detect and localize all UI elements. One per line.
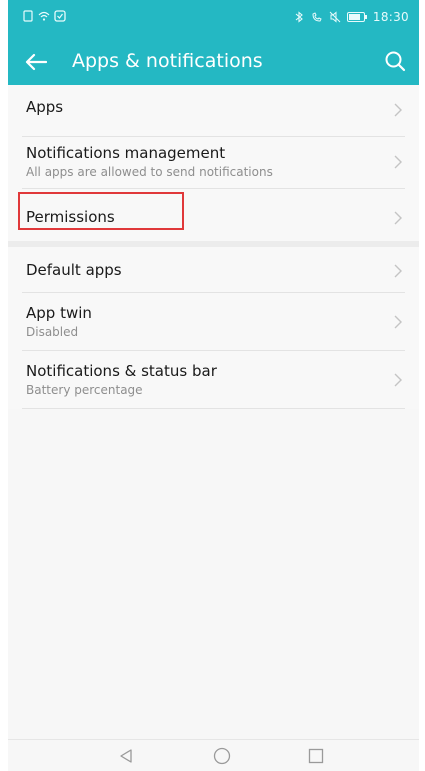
mute-icon	[329, 11, 341, 23]
chevron-right-icon	[394, 155, 402, 169]
list-item-default-apps[interactable]: Default apps	[8, 247, 419, 293]
chevron-right-icon	[394, 264, 402, 278]
wifi-icon	[38, 11, 50, 21]
chevron-right-icon	[394, 211, 402, 225]
status-bar: 18:30	[8, 0, 419, 38]
status-left-icons	[22, 10, 66, 22]
divider	[22, 408, 405, 409]
recents-square-icon	[308, 748, 324, 764]
chevron-right-icon	[394, 315, 402, 329]
search-button[interactable]	[381, 47, 409, 75]
phone-icon	[312, 12, 322, 22]
back-arrow-icon	[25, 53, 47, 71]
list-item-apps[interactable]: Apps	[8, 85, 419, 137]
nav-home-button[interactable]	[212, 747, 232, 765]
page-title: Apps & notifications	[72, 50, 263, 72]
list-item-notifications-management[interactable]: Notifications management All apps are al…	[8, 137, 419, 189]
battery-icon	[346, 12, 367, 22]
nav-back-button[interactable]	[116, 747, 136, 765]
status-time: 18:30	[372, 10, 409, 24]
back-button[interactable]	[22, 48, 50, 76]
list-item-app-twin[interactable]: App twin Disabled	[8, 293, 419, 351]
item-subtitle: Disabled	[26, 325, 79, 339]
nav-recents-button[interactable]	[306, 747, 326, 765]
home-circle-icon	[213, 747, 231, 765]
highlight-box	[18, 192, 184, 230]
item-title: App twin	[26, 304, 92, 322]
notification-icon	[54, 10, 66, 22]
settings-group-2: Default apps App twin Disabled Notificat…	[8, 247, 419, 409]
item-title: Apps	[26, 98, 64, 116]
back-triangle-icon	[120, 749, 132, 763]
status-right-icons: 18:30	[293, 10, 409, 24]
chevron-right-icon	[394, 373, 402, 387]
phone-screen: 18:30 Apps & notifications Apps Notifica…	[8, 0, 419, 771]
bluetooth-icon	[295, 11, 303, 23]
item-subtitle: All apps are allowed to send notificatio…	[26, 165, 273, 179]
navigation-bar	[8, 739, 419, 771]
app-bar: Apps & notifications	[8, 38, 419, 85]
item-title: Notifications management	[26, 144, 226, 162]
list-item-notifications-status-bar[interactable]: Notifications & status bar Battery perce…	[8, 351, 419, 409]
item-title: Default apps	[26, 261, 122, 279]
item-title: Notifications & status bar	[26, 362, 217, 380]
sim-icon	[23, 10, 33, 22]
item-subtitle: Battery percentage	[26, 383, 143, 397]
chevron-right-icon	[394, 103, 402, 117]
search-icon	[385, 51, 406, 72]
